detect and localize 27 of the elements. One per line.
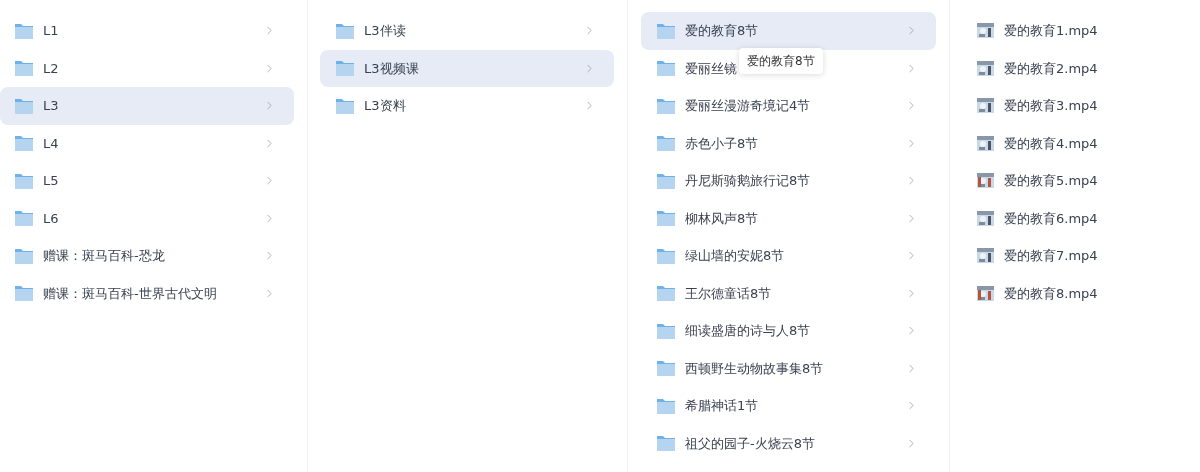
folder-icon	[657, 247, 675, 264]
folder-icon	[657, 210, 675, 227]
folder-item[interactable]: 爱的教育8节	[641, 12, 936, 50]
folder-icon	[15, 60, 33, 77]
folder-icon	[15, 210, 33, 227]
folder-icon	[15, 285, 33, 302]
folder-icon	[657, 22, 675, 39]
folder-icon	[657, 360, 675, 377]
folder-icon	[657, 435, 675, 452]
folder-icon	[657, 397, 675, 414]
folder-item[interactable]: L3视频课	[320, 49, 614, 87]
folder-icon	[336, 60, 354, 77]
folder-icon	[657, 60, 675, 77]
folder-icon	[336, 97, 354, 114]
folder-icon	[15, 247, 33, 264]
folder-icon	[15, 22, 33, 39]
folder-icon	[15, 97, 33, 114]
tooltip: 爱的教育8节	[739, 48, 823, 74]
folder-icon	[657, 322, 675, 339]
folder-icon	[657, 135, 675, 152]
folder-icon	[657, 172, 675, 189]
folder-icon	[657, 97, 675, 114]
folder-item[interactable]: L3	[0, 87, 294, 125]
folder-icon	[657, 285, 675, 302]
folder-icon	[15, 135, 33, 152]
folder-icon	[15, 172, 33, 189]
folder-icon	[336, 22, 354, 39]
